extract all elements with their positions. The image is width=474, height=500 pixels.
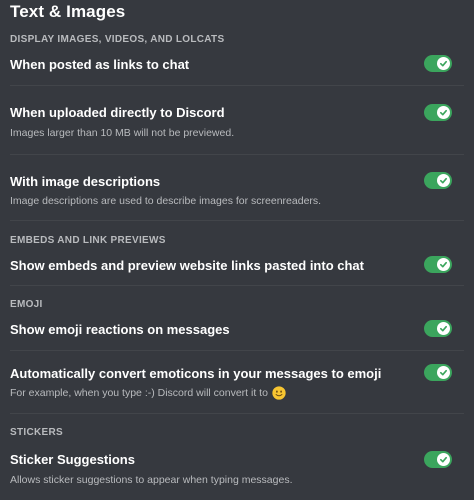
- divider: [10, 350, 464, 351]
- setting-label-sticker-suggestions: Sticker Suggestions: [10, 452, 135, 467]
- setting-label-links-to-chat: When posted as links to chat: [10, 57, 190, 72]
- text-and-images-settings-page: Text & Images DISPLAY IMAGES, VIDEOS, AN…: [0, 0, 474, 500]
- toggle-knob: [437, 322, 450, 335]
- section-header-display-images: DISPLAY IMAGES, VIDEOS, AND LOLCATS: [10, 34, 225, 45]
- check-icon: [439, 109, 448, 116]
- check-icon: [439, 177, 448, 184]
- toggle-knob: [437, 453, 450, 466]
- toggle-show-embeds[interactable]: [424, 256, 452, 273]
- check-icon: [439, 325, 448, 332]
- check-icon: [439, 369, 448, 376]
- toggle-links-to-chat[interactable]: [424, 55, 452, 72]
- check-icon: [439, 261, 448, 268]
- toggle-image-descriptions[interactable]: [424, 172, 452, 189]
- divider: [10, 413, 464, 414]
- setting-note-image-descriptions: Image descriptions are used to describe …: [10, 195, 322, 207]
- divider: [10, 285, 464, 286]
- setting-note-uploaded-directly: Images larger than 10 MB will not be pre…: [10, 127, 235, 139]
- setting-label-show-embeds: Show embeds and preview website links pa…: [10, 258, 364, 273]
- check-icon: [439, 60, 448, 67]
- setting-label-emoji-reactions: Show emoji reactions on messages: [10, 322, 230, 337]
- section-header-emoji: EMOJI: [10, 299, 43, 310]
- toggle-knob: [437, 57, 450, 70]
- divider: [10, 154, 464, 155]
- toggle-knob: [437, 366, 450, 379]
- page-title: Text & Images: [10, 2, 126, 21]
- toggle-uploaded-directly[interactable]: [424, 104, 452, 121]
- setting-label-uploaded-directly: When uploaded directly to Discord: [10, 105, 225, 120]
- setting-note-convert-emoticons: For example, when you type :-) Discord w…: [10, 386, 286, 400]
- toggle-convert-emoticons[interactable]: [424, 364, 452, 381]
- setting-label-convert-emoticons: Automatically convert emoticons in your …: [10, 366, 382, 381]
- toggle-knob: [437, 106, 450, 119]
- toggle-knob: [437, 258, 450, 271]
- check-icon: [439, 456, 448, 463]
- divider: [10, 85, 464, 86]
- section-header-stickers: STICKERS: [10, 427, 63, 438]
- toggle-knob: [437, 174, 450, 187]
- section-header-embeds: EMBEDS AND LINK PREVIEWS: [10, 235, 166, 246]
- divider: [10, 220, 464, 221]
- toggle-sticker-suggestions[interactable]: [424, 451, 452, 468]
- setting-note-sticker-suggestions: Allows sticker suggestions to appear whe…: [10, 474, 293, 486]
- setting-label-image-descriptions: With image descriptions: [10, 174, 161, 189]
- slightly-smiling-face-icon: [272, 386, 286, 400]
- setting-note-convert-emoticons-text: For example, when you type :-) Discord w…: [10, 387, 268, 399]
- toggle-emoji-reactions[interactable]: [424, 320, 452, 337]
